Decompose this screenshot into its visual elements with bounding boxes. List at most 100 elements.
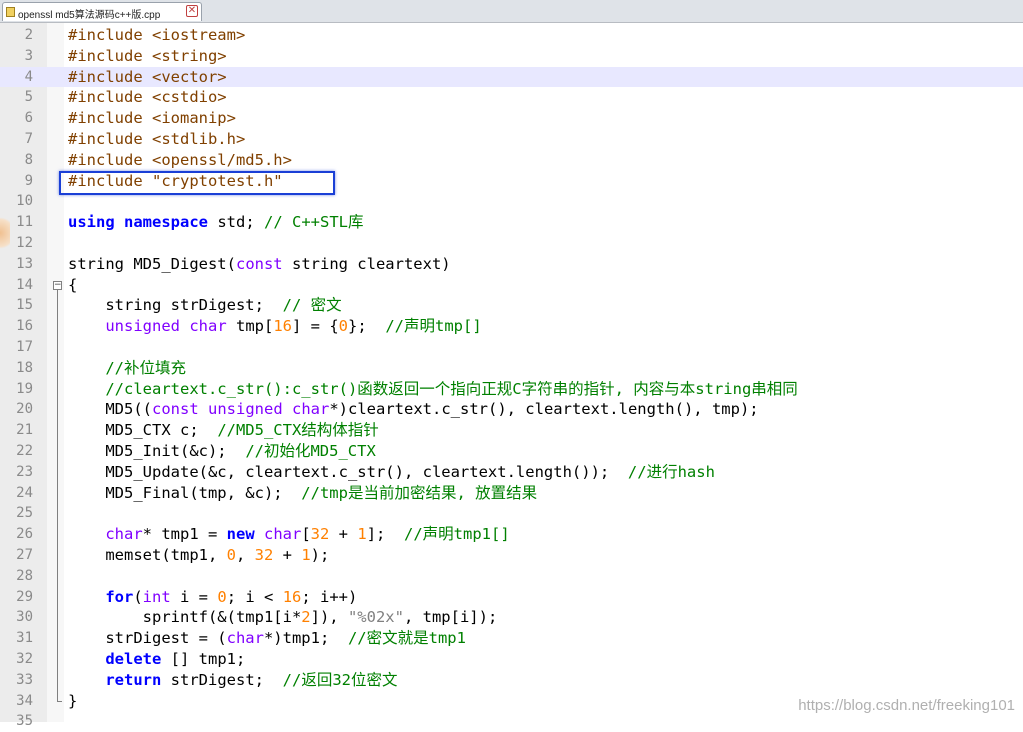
code-editor[interactable]: 2 #include <iostream> 3 #include <string> 4 #… [0, 23, 1023, 729]
line-number: 6 [24, 110, 33, 127]
tab-bar: openssl md5算法源码c++版.cpp ✕ [0, 0, 1023, 23]
line-number: 5 [24, 89, 33, 106]
code-line[interactable]: 29 for(int i = 0; i < 16; i++) [0, 587, 1023, 608]
code-token: #include <cstdio> [68, 88, 227, 107]
code-line[interactable]: 11 using namespace std; // C++STL库 [0, 212, 1023, 233]
file-icon [6, 7, 15, 17]
code-token: string strDigest; [68, 296, 283, 315]
code-text: char* tmp1 = new char[32 + 1]; //声明tmp1[… [68, 525, 509, 544]
line-number: 10 [16, 193, 33, 210]
tab-label: openssl md5算法源码c++版.cpp [18, 10, 161, 21]
code-line[interactable]: 5 #include <cstdio> [0, 87, 1023, 108]
code-line[interactable]: 16 unsigned char tmp[16] = {0}; //声明tmp[… [0, 316, 1023, 337]
line-number: 31 [16, 630, 33, 647]
code-line[interactable]: 15 string strDigest; // 密文 [0, 295, 1023, 316]
file-tab[interactable]: openssl md5算法源码c++版.cpp ✕ [2, 2, 202, 21]
line-number: 3 [24, 47, 33, 64]
line-number: 7 [24, 130, 33, 147]
code-line[interactable]: 20 MD5((const unsigned char*)cleartext.c… [0, 399, 1023, 420]
code-token: 0 [226, 545, 236, 564]
line-number: 20 [16, 401, 33, 418]
code-token: char [105, 525, 143, 544]
code-token: // C++STL库 [264, 213, 364, 232]
code-line[interactable]: 26 char* tmp1 = new char[32 + 1]; //声明tm… [0, 524, 1023, 545]
code-line[interactable]: 18 //补位填充 [0, 358, 1023, 379]
code-token: 32 [310, 525, 330, 544]
code-line[interactable]: 19 //cleartext.c_str():c_str()函数返回一个指向正规… [0, 379, 1023, 400]
code-line[interactable]: 23 MD5_Update(&c, cleartext.c_str(), cle… [0, 462, 1023, 483]
code-token: * tmp1 = [142, 525, 227, 544]
code-token: memset(tmp1, [68, 545, 227, 564]
code-token: strDigest; [161, 670, 283, 689]
code-line[interactable]: 33 return strDigest; //返回32位密文 [0, 670, 1023, 691]
code-token: + [273, 545, 302, 564]
code-line[interactable]: 7 #include <stdlib.h> [0, 129, 1023, 150]
code-line[interactable]: 17 [0, 337, 1023, 358]
code-text: #include <stdlib.h> [68, 130, 245, 149]
close-icon[interactable]: ✕ [186, 5, 198, 17]
code-text: MD5_Update(&c, cleartext.c_str(), cleart… [68, 463, 715, 482]
code-token: ( [133, 587, 143, 606]
code-text: #include <iostream> [68, 26, 245, 45]
line-number: 14 [16, 276, 33, 293]
code-lines: 2 #include <iostream> 3 #include <string> 4 #… [0, 25, 1023, 732]
code-line[interactable]: 4 #include <vector> [0, 66, 1023, 88]
fold-toggle-icon[interactable]: − [53, 280, 62, 290]
line-number: 26 [16, 526, 33, 543]
code-line[interactable]: 14 { [0, 275, 1023, 296]
code-token: //密文就是tmp1 [347, 629, 466, 648]
line-number: 34 [16, 692, 33, 709]
code-line[interactable]: 28 [0, 566, 1023, 587]
code-token: 1 [301, 545, 311, 564]
code-text: memset(tmp1, 0, 32 + 1); [68, 546, 329, 565]
line-number: 30 [16, 609, 33, 626]
code-token: }; [348, 317, 386, 336]
code-token: #include <iostream> [68, 26, 246, 44]
code-line[interactable]: 22 MD5_Init(&c); //初始化MD5_CTX [0, 441, 1023, 462]
line-number: 24 [16, 484, 33, 501]
code-token: MD5_Final(tmp, &c); [68, 483, 302, 502]
code-token: 1 [357, 525, 367, 544]
code-text: unsigned char tmp[16] = {0}; //声明tmp[] [68, 317, 481, 336]
code-line[interactable]: 27 memset(tmp1, 0, 32 + 1); [0, 545, 1023, 566]
code-token: // 密文 [282, 296, 342, 315]
code-line[interactable]: 32 delete [] tmp1; [0, 649, 1023, 670]
line-number: 9 [24, 172, 33, 189]
code-line[interactable]: 8 #include <openssl/md5.h> [0, 150, 1023, 171]
code-line[interactable]: 2 #include <iostream> [0, 25, 1023, 46]
watermark: https://blog.csdn.net/freeking101 [798, 697, 1015, 714]
code-token: char [189, 317, 227, 336]
code-token: + [329, 525, 358, 544]
code-line[interactable]: 13 string MD5_Digest(const string clearte… [0, 254, 1023, 275]
code-line[interactable]: 3 #include <string> [0, 46, 1023, 67]
line-number: 12 [16, 234, 33, 251]
code-token: , [235, 545, 255, 564]
code-text: MD5_Init(&c); //初始化MD5_CTX [68, 442, 376, 461]
code-token: return [105, 670, 162, 689]
code-text: MD5_Final(tmp, &c); //tmp是当前加密结果, 放置结果 [68, 484, 537, 503]
code-text: #include <cstdio> [68, 88, 227, 107]
code-token: //返回32位密文 [282, 670, 398, 689]
code-line[interactable]: 21 MD5_CTX c; //MD5_CTX结构体指针 [0, 420, 1023, 441]
code-token: #include <string> [68, 46, 227, 65]
fold-guide-line [57, 289, 58, 701]
code-token: #include <vector> [68, 67, 227, 86]
code-token: strDigest = ( [68, 629, 227, 648]
code-line[interactable]: 24 MD5_Final(tmp, &c); //tmp是当前加密结果, 放置结… [0, 483, 1023, 504]
code-token: #include <iomanip> [68, 109, 236, 128]
code-token: *)tmp1; [263, 629, 348, 648]
code-line[interactable]: 12 [0, 233, 1023, 254]
code-line[interactable]: 6 #include <iomanip> [0, 108, 1023, 129]
code-token: string cleartext) [282, 254, 451, 273]
code-token: , tmp[i]); [403, 608, 498, 627]
code-text: { [68, 276, 77, 295]
code-line[interactable]: 25 [0, 503, 1023, 524]
line-number: 8 [24, 151, 33, 168]
code-text: } [68, 692, 77, 711]
code-line[interactable]: 31 strDigest = (char*)tmp1; //密文就是tmp1 [0, 628, 1023, 649]
code-line[interactable]: 30 sprintf(&(tmp1[i*2]), "%02x", tmp[i])… [0, 607, 1023, 628]
code-token: ; i++) [301, 587, 358, 606]
